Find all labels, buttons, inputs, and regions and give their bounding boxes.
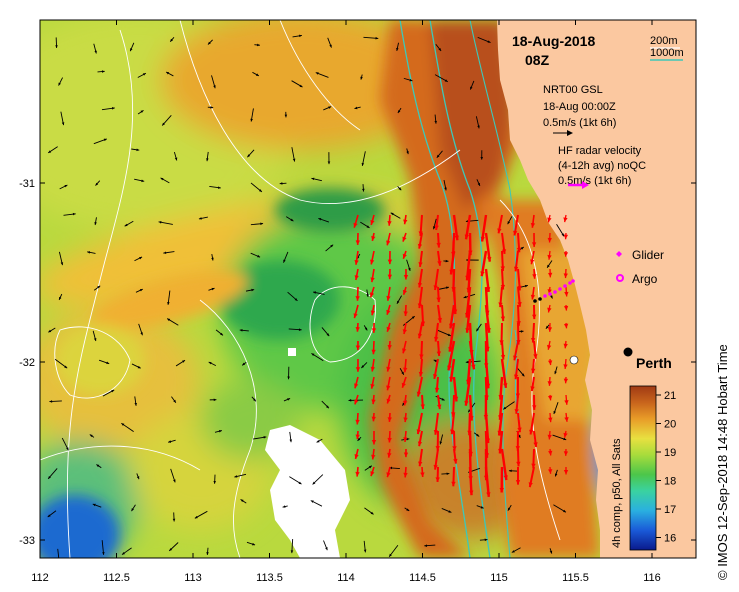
map-canvas: Perth 112 112.5 113 113.5 114 114.5 115 115.5 11… bbox=[19, 19, 730, 584]
depth-1000-label: 1000m bbox=[650, 47, 684, 59]
y-tick-label: -32 bbox=[19, 357, 35, 369]
colorbar-tick-label: 18 bbox=[664, 476, 676, 488]
perth-label: Perth bbox=[636, 355, 672, 371]
x-tick-label: 114.5 bbox=[409, 572, 436, 584]
radar-legend-line1: HF radar velocity bbox=[558, 145, 642, 157]
colorbar-ramp bbox=[629, 385, 657, 551]
model-legend-line1: NRT00 GSL bbox=[543, 84, 603, 96]
y-tick-label: -31 bbox=[19, 178, 35, 190]
colorbar-tick-label: 17 bbox=[664, 504, 676, 516]
perth-marker bbox=[623, 347, 633, 357]
island-rottnest-icon bbox=[569, 355, 579, 365]
sst-map-figure: Perth 112 112.5 113 113.5 114 114.5 115 115.5 11… bbox=[0, 0, 739, 592]
depth-200-label: 200m bbox=[650, 35, 678, 47]
radar-legend-line2: (4-12h avg) noQC bbox=[558, 160, 646, 172]
x-tick-label: 115 bbox=[490, 572, 508, 584]
colorbar-tick-label: 16 bbox=[664, 533, 676, 545]
x-tick-label: 113.5 bbox=[256, 572, 283, 584]
time-title: 08Z bbox=[525, 52, 550, 68]
colorbar-tick-label: 19 bbox=[664, 447, 676, 459]
x-tick-label: 112.5 bbox=[103, 572, 130, 584]
model-legend-line2: 18-Aug 00:00Z bbox=[543, 101, 616, 113]
colorbar-title: 4h comp, p50, All Sats bbox=[611, 438, 623, 548]
x-tick-label: 116 bbox=[643, 572, 661, 584]
x-tick-label: 115.5 bbox=[562, 572, 589, 584]
x-tick-label: 113 bbox=[184, 572, 202, 584]
colorbar-tick-label: 21 bbox=[664, 390, 676, 402]
model-legend-line3: 0.5m/s (1kt 6h) bbox=[543, 117, 616, 129]
date-title: 18-Aug-2018 bbox=[512, 33, 595, 49]
colorbar-tick-label: 20 bbox=[664, 419, 676, 431]
x-tick-label: 112 bbox=[31, 572, 49, 584]
y-tick-label: -33 bbox=[19, 535, 35, 547]
credit-text: © IMOS 12-Sep-2018 14:48 Hobart Time bbox=[715, 344, 730, 580]
x-tick-label: 114 bbox=[337, 572, 355, 584]
glider-legend-label: Glider bbox=[632, 248, 664, 262]
argo-legend-label: Argo bbox=[632, 272, 658, 286]
